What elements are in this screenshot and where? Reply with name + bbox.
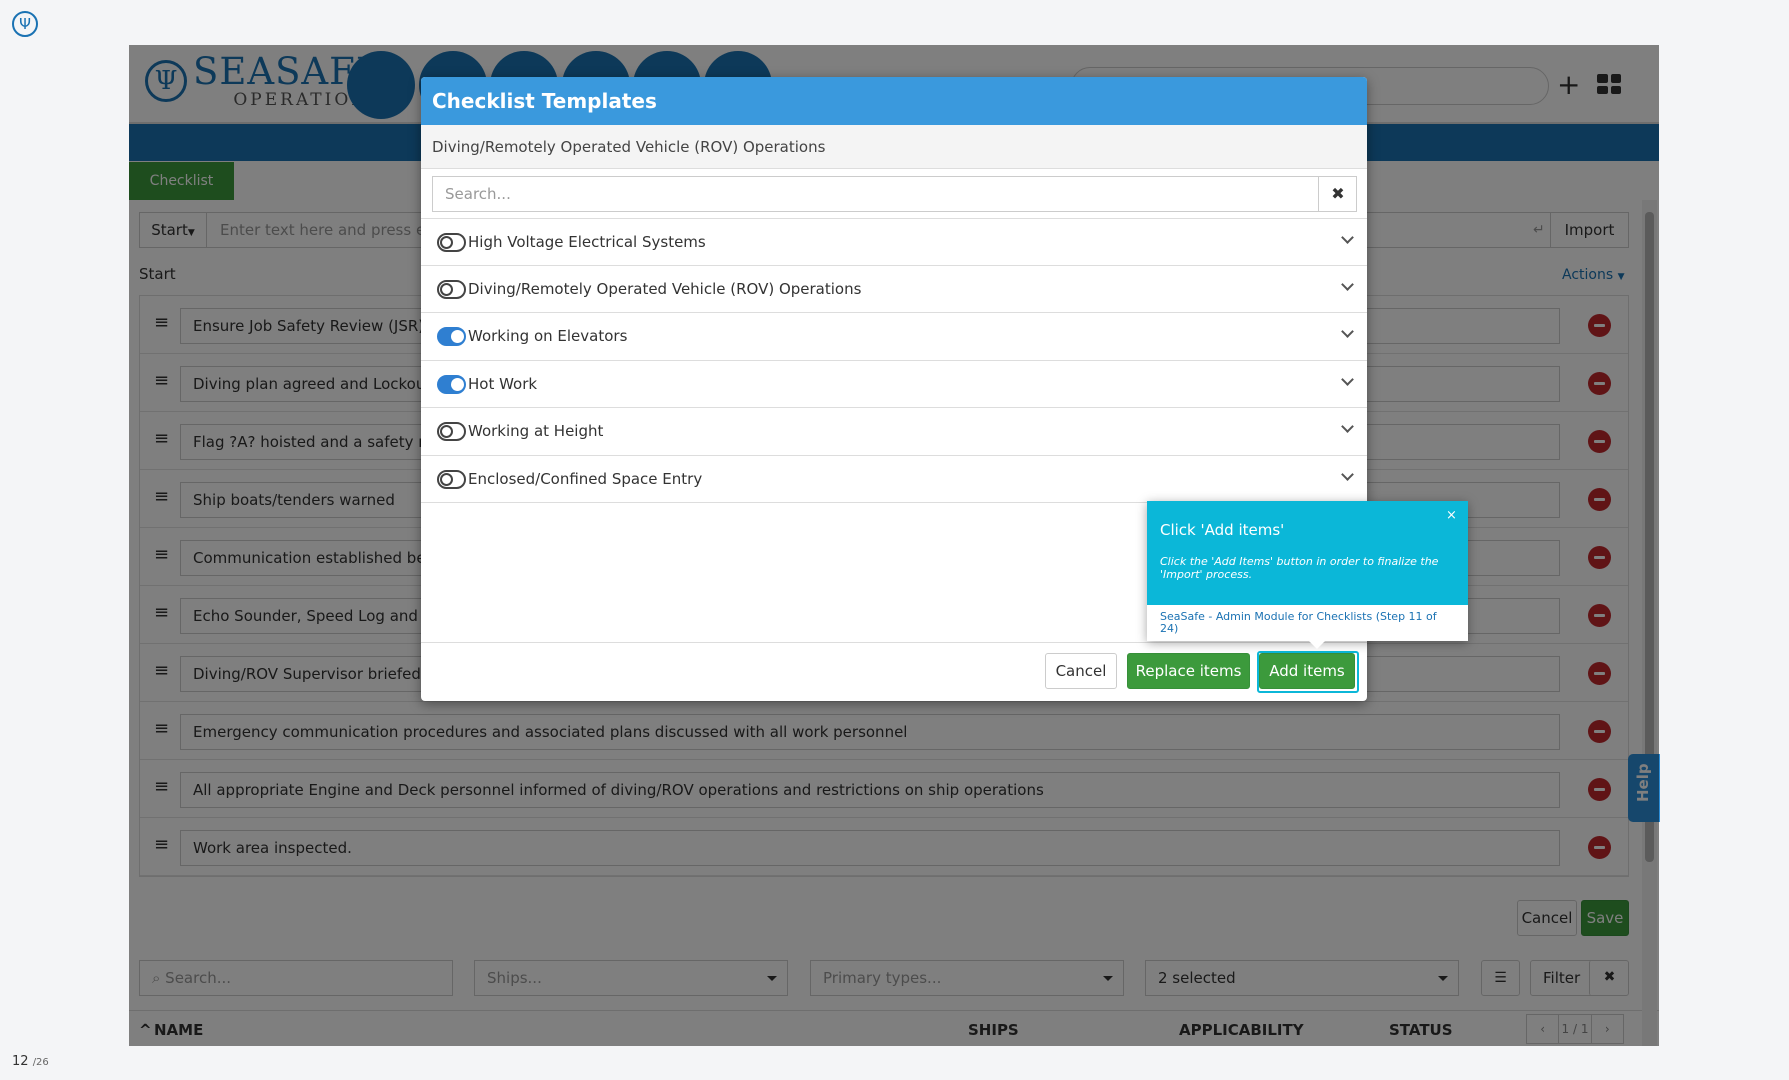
modal-cancel-button[interactable]: Cancel bbox=[1045, 653, 1117, 689]
template-search: Search... ✖ bbox=[432, 176, 1357, 212]
template-label: Hot Work bbox=[468, 374, 538, 393]
template-label: Diving/Remotely Operated Vehicle (ROV) O… bbox=[468, 279, 862, 298]
template-search-input[interactable]: Search... bbox=[433, 177, 1319, 211]
template-row[interactable]: Diving/Remotely Operated Vehicle (ROV) O… bbox=[421, 266, 1367, 313]
toggle-switch[interactable] bbox=[437, 374, 466, 394]
template-row[interactable]: Working at Height bbox=[421, 408, 1367, 456]
template-row[interactable]: Enclosed/Confined Space Entry bbox=[421, 456, 1367, 503]
chevron-down-icon[interactable] bbox=[1341, 420, 1354, 433]
clear-search-icon[interactable]: ✖ bbox=[1319, 177, 1357, 211]
replace-items-button[interactable]: Replace items bbox=[1127, 653, 1250, 689]
page-counter: 12 /26 bbox=[12, 1054, 49, 1069]
chevron-down-icon[interactable] bbox=[1341, 467, 1354, 481]
page-total: /26 bbox=[32, 1057, 49, 1068]
template-list: High Voltage Electrical Systems Diving/Re… bbox=[421, 218, 1367, 503]
close-icon[interactable]: × bbox=[1446, 508, 1457, 523]
modal-title: Checklist Templates bbox=[421, 77, 1367, 125]
modal-subtitle: Diving/Remotely Operated Vehicle (ROV) O… bbox=[421, 125, 1367, 169]
tour-highlight bbox=[1257, 651, 1359, 693]
tour-popover: Click 'Add items' Click the 'Add Items' … bbox=[1147, 501, 1468, 649]
template-label: Working on Elevators bbox=[468, 327, 628, 345]
template-label: Enclosed/Confined Space Entry bbox=[468, 469, 703, 488]
template-label: Working at Height bbox=[468, 422, 604, 440]
template-row[interactable]: Working on Elevators bbox=[421, 313, 1367, 361]
chevron-down-icon[interactable] bbox=[1341, 277, 1354, 291]
tour-step-link[interactable]: SeaSafe - Admin Module for Checklists (S… bbox=[1160, 611, 1455, 635]
toggle-switch[interactable] bbox=[437, 279, 466, 299]
chevron-down-icon[interactable] bbox=[1341, 325, 1354, 338]
template-row[interactable]: Hot Work bbox=[421, 361, 1367, 408]
tour-arrow bbox=[1308, 640, 1326, 649]
tour-title: Click 'Add items' bbox=[1160, 521, 1285, 539]
template-label: High Voltage Electrical Systems bbox=[468, 233, 706, 251]
toggle-switch[interactable] bbox=[437, 469, 466, 489]
toggle-switch[interactable] bbox=[437, 327, 466, 346]
template-row[interactable]: High Voltage Electrical Systems bbox=[421, 218, 1367, 266]
modal-footer: Cancel Replace items Add items bbox=[421, 642, 1367, 701]
toggle-switch[interactable] bbox=[437, 422, 466, 441]
tour-text: Click the 'Add Items' button in order to… bbox=[1160, 555, 1439, 581]
viewer-top-bar: Ψ bbox=[0, 0, 1789, 45]
toggle-switch[interactable] bbox=[437, 233, 466, 252]
trident-logo-icon: Ψ bbox=[12, 11, 38, 37]
viewer-bottom-bar: 12 /26 bbox=[0, 1046, 1789, 1080]
page-current: 12 bbox=[12, 1054, 29, 1069]
chevron-down-icon[interactable] bbox=[1341, 231, 1354, 244]
chevron-down-icon[interactable] bbox=[1341, 372, 1354, 386]
